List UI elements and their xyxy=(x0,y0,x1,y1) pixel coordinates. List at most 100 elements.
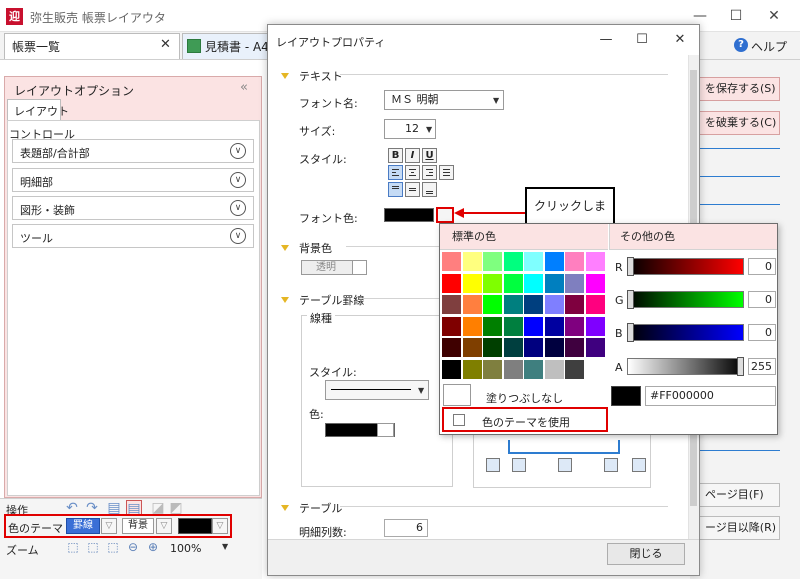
color-swatch[interactable] xyxy=(483,338,502,357)
use-theme-checkbox[interactable] xyxy=(453,414,465,426)
no-fill-option[interactable]: 塗りつぶしなし xyxy=(486,390,563,406)
color-swatch[interactable] xyxy=(524,338,543,357)
dropdown-arrow-icon[interactable]: ▼ xyxy=(418,386,424,395)
color-swatch[interactable] xyxy=(544,338,564,357)
color-swatch[interactable] xyxy=(442,295,461,314)
font-name-select[interactable]: ＭＳ 明朝 xyxy=(384,90,504,110)
fit-width-icon[interactable]: ⬚ xyxy=(66,540,80,554)
color-swatch[interactable] xyxy=(503,359,523,379)
font-color-swatch[interactable] xyxy=(384,208,434,222)
close-icon[interactable]: ✕ xyxy=(670,31,690,49)
maximize-icon[interactable]: ☐ xyxy=(632,31,652,49)
zoom-in-icon[interactable]: ⊕ xyxy=(146,540,160,554)
color-swatch[interactable] xyxy=(585,252,605,271)
color-swatch[interactable] xyxy=(503,316,523,336)
color-swatch[interactable] xyxy=(442,338,461,357)
color-swatch[interactable] xyxy=(462,252,482,271)
section-toggle-icon[interactable] xyxy=(281,297,289,303)
alpha-value[interactable]: 255 xyxy=(748,358,776,375)
color-swatch[interactable] xyxy=(585,273,605,293)
dropdown-arrow-icon[interactable]: ▽ xyxy=(101,518,117,534)
green-value[interactable]: 0 xyxy=(748,291,776,308)
chevron-down-icon[interactable]: ∨ xyxy=(230,143,246,159)
close-icon[interactable]: ✕ xyxy=(762,6,786,26)
bold-button[interactable]: B xyxy=(388,148,403,163)
color-swatch[interactable] xyxy=(585,359,605,379)
valign-middle-icon[interactable] xyxy=(405,182,420,197)
hex-color-input[interactable]: #FF000000 xyxy=(645,386,776,406)
color-swatch[interactable] xyxy=(503,273,523,293)
blue-slider[interactable] xyxy=(627,324,744,341)
color-swatch[interactable] xyxy=(524,359,543,379)
zoom-dropdown-icon[interactable]: ▼ xyxy=(222,542,228,551)
dropdown-arrow-icon[interactable]: ▼ xyxy=(493,96,499,105)
section-toggle-icon[interactable] xyxy=(281,245,289,251)
red-slider[interactable] xyxy=(627,258,744,275)
color-swatch[interactable] xyxy=(462,273,482,293)
color-swatch[interactable] xyxy=(565,252,584,271)
color-swatch[interactable] xyxy=(524,273,543,293)
italic-button[interactable]: I xyxy=(405,148,420,163)
text-color-swatch[interactable] xyxy=(178,518,212,534)
minimize-icon[interactable]: — xyxy=(596,31,616,49)
color-swatch[interactable] xyxy=(565,316,584,336)
color-swatch[interactable] xyxy=(544,252,564,271)
help-link[interactable]: ヘルプ xyxy=(751,38,787,55)
color-swatch[interactable] xyxy=(483,252,502,271)
green-slider[interactable] xyxy=(627,291,744,308)
valign-top-icon[interactable] xyxy=(388,182,403,197)
left-border-icon[interactable] xyxy=(512,458,526,472)
dropdown-arrow-icon[interactable]: ▼ xyxy=(426,125,432,134)
tab-close-icon[interactable]: ✕ xyxy=(160,37,171,52)
detail-columns-field[interactable]: 6 xyxy=(384,519,428,537)
color-swatch[interactable] xyxy=(524,295,543,314)
use-theme-label[interactable]: 色のテーマを使用 xyxy=(482,414,570,430)
color-swatch[interactable] xyxy=(585,295,605,314)
slider-thumb[interactable] xyxy=(737,357,744,376)
dropdown-arrow-icon[interactable]: ▽ xyxy=(156,518,172,534)
color-swatch[interactable] xyxy=(483,295,502,314)
color-swatch[interactable] xyxy=(565,338,584,357)
red-value[interactable]: 0 xyxy=(748,258,776,275)
section-toggle-icon[interactable] xyxy=(281,505,289,511)
align-justify-icon[interactable] xyxy=(439,165,454,180)
zoom-out-icon[interactable]: ⊖ xyxy=(126,540,140,554)
zoom-value[interactable]: 100% xyxy=(170,542,201,555)
align-center-icon[interactable] xyxy=(405,165,420,180)
color-swatch[interactable] xyxy=(483,359,502,379)
color-swatch[interactable] xyxy=(442,252,461,271)
right-border-icon[interactable] xyxy=(604,458,618,472)
align-left-icon[interactable] xyxy=(388,165,403,180)
line-color-dropdown-button[interactable] xyxy=(377,423,394,437)
close-button[interactable]: 閉じる xyxy=(607,543,685,565)
underline-button[interactable]: U xyxy=(422,148,437,163)
color-swatch[interactable] xyxy=(503,295,523,314)
no-fill-swatch[interactable] xyxy=(443,384,471,406)
slider-thumb[interactable] xyxy=(627,257,634,276)
align-right-icon[interactable] xyxy=(422,165,437,180)
help-icon[interactable]: ? xyxy=(734,38,748,52)
save-layout-button[interactable]: を保存する(S) xyxy=(698,77,780,101)
chevron-down-icon[interactable]: ∨ xyxy=(230,228,246,244)
following-pages-button[interactable]: ージ目以降(R) xyxy=(698,516,780,540)
color-swatch[interactable] xyxy=(483,316,502,336)
color-swatch[interactable] xyxy=(442,359,461,379)
color-swatch[interactable] xyxy=(544,316,564,336)
toggle-knob[interactable] xyxy=(352,261,366,274)
minimize-icon[interactable]: — xyxy=(688,6,712,26)
inner-vertical-border-icon[interactable] xyxy=(558,458,572,472)
slider-thumb[interactable] xyxy=(627,323,634,342)
color-swatch[interactable] xyxy=(524,316,543,336)
color-swatch[interactable] xyxy=(585,338,605,357)
collapse-icon[interactable]: « xyxy=(240,80,248,95)
dropdown-arrow-icon[interactable]: ▽ xyxy=(212,518,228,534)
valign-bottom-icon[interactable] xyxy=(422,182,437,197)
color-swatch[interactable] xyxy=(524,252,543,271)
color-swatch[interactable] xyxy=(503,338,523,357)
fit-height-icon[interactable]: ⬚ xyxy=(86,540,100,554)
first-page-button[interactable]: ページ目(F) xyxy=(698,483,780,507)
fit-page-icon[interactable]: ⬚ xyxy=(106,540,120,554)
color-swatch[interactable] xyxy=(544,273,564,293)
diagonal-border-icon[interactable] xyxy=(486,458,500,472)
diagonal-border-reverse-icon[interactable] xyxy=(632,458,646,472)
